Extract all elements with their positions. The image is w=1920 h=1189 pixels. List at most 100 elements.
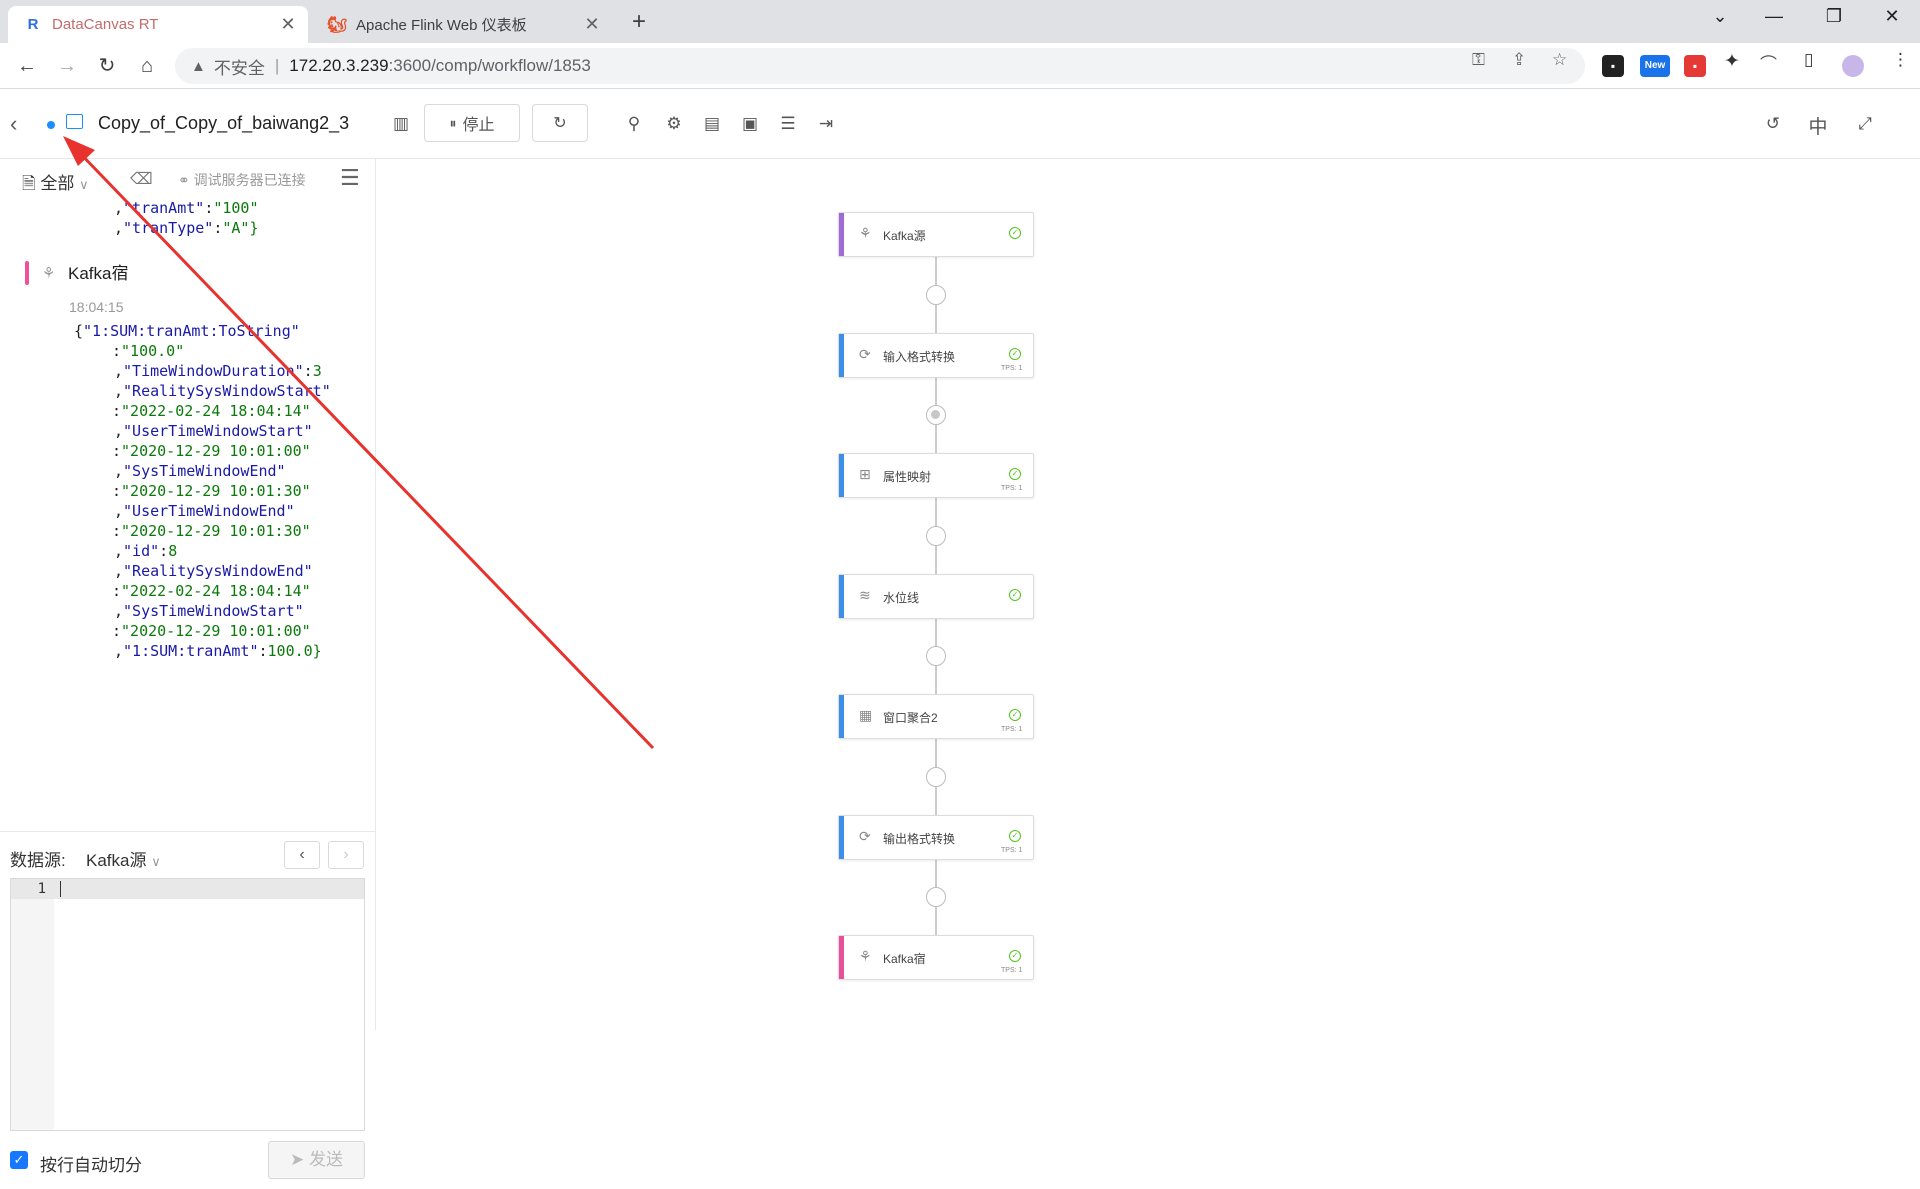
log-line: ,"RealitySysWindowEnd"	[114, 561, 313, 581]
restore-icon[interactable]: ❐	[1814, 6, 1854, 27]
datacanvas-favicon: R	[27, 16, 39, 33]
log-timestamp: 18:04:15	[69, 299, 124, 315]
log-key: "tranType"	[123, 219, 214, 237]
stop-label: 停止	[462, 117, 495, 134]
workflow-node[interactable]: ⚘ Kafka源 ✓	[838, 212, 1034, 257]
source-selector: 数据源: Kafka源 ∨ ‹ ›	[0, 831, 375, 875]
rocket-icon[interactable]: ⚲	[623, 114, 645, 134]
send-button[interactable]: ➤ 发送	[268, 1141, 365, 1179]
key-icon[interactable]: ⚿	[1472, 50, 1485, 70]
share-icon[interactable]: ⇪	[1512, 50, 1526, 70]
new-extension-badge[interactable]: New	[1640, 55, 1670, 77]
minimize-icon[interactable]: —	[1754, 6, 1794, 27]
extension-icon[interactable]: ▪	[1602, 55, 1624, 77]
refresh-icon: ↻	[553, 115, 567, 132]
close-icon[interactable]: ✕	[580, 14, 604, 35]
check-circle-icon: ✓	[1009, 950, 1021, 962]
workflow-node[interactable]: ⟳ 输出格式转换 ✓ TPS: 1	[838, 814, 1034, 860]
text-cursor	[60, 881, 61, 897]
prev-record-button[interactable]: ‹	[284, 841, 320, 869]
settings-gear-icon[interactable]: ⚙	[663, 114, 685, 134]
workflow-node[interactable]: ▦ 窗口聚合2 ✓ TPS: 1	[838, 694, 1034, 739]
active-line	[54, 879, 364, 899]
log-punct: ,	[114, 502, 124, 520]
window-close-icon[interactable]: ✕	[1872, 6, 1912, 27]
log-punct: :	[112, 522, 122, 540]
avatar[interactable]	[1842, 55, 1864, 77]
node-label: Kafka宿	[883, 952, 926, 966]
log-value: 8	[168, 542, 178, 560]
history-icon[interactable]: ↺	[1762, 114, 1784, 134]
watermark-icon: ≋	[859, 586, 871, 603]
workflow-node[interactable]: ≋ 水位线 ✓	[838, 573, 1034, 619]
node-label: Kafka源	[883, 229, 926, 243]
filter-dropdown[interactable]: 🗎 全部 ∨	[22, 169, 89, 200]
sidepanel-icon[interactable]: ▯	[1804, 50, 1813, 70]
home-icon[interactable]: ⌂	[132, 51, 162, 81]
log-line: ,"id":8	[114, 541, 177, 561]
browser-menu-icon[interactable]: ⋮	[1892, 50, 1909, 70]
export-icon[interactable]: ⇥	[815, 114, 837, 134]
input-editor[interactable]: 1	[10, 878, 365, 1131]
auto-split-checkbox[interactable]: ✓	[10, 1151, 28, 1169]
workflow-node[interactable]: ⟳ 输入格式转换 ✓ TPS: 1	[838, 332, 1034, 378]
editor-gutter	[11, 879, 54, 1130]
log-value: "2020-12-29 10:01:00"	[121, 442, 311, 460]
node-color-stripe	[839, 454, 844, 497]
language-toggle[interactable]: 中	[1807, 112, 1829, 139]
page-title: Copy_of_Copy_of_baiwang2_3	[98, 113, 350, 133]
new-tab-icon[interactable]: +	[625, 8, 653, 36]
connection-port[interactable]	[926, 766, 946, 787]
menu-icon[interactable]: ☰	[340, 165, 360, 191]
eraser-icon[interactable]: ⌫	[130, 169, 153, 189]
refresh-button[interactable]: ↻	[532, 104, 588, 142]
back-icon[interactable]: ←	[12, 51, 42, 81]
workflow-header: ‹ Copy_of_Copy_of_baiwang2_3 ▥ ⏸ 停止 ↻ ⚲ …	[0, 89, 1920, 159]
line-number: 1	[11, 879, 54, 899]
log-key: "1:SUM:tranAmt"	[123, 642, 259, 660]
workflow-node[interactable]: ⚘ Kafka宿 ✓ TPS: 1	[838, 935, 1034, 980]
tab-search-chevron-icon[interactable]: ⌄	[1700, 6, 1740, 27]
node-tps: TPS: 1	[1001, 364, 1023, 372]
fullscreen-icon[interactable]: ⤢	[1854, 114, 1876, 134]
layout-icon[interactable]: ▥	[390, 114, 412, 134]
forward-icon[interactable]: →	[52, 51, 82, 81]
connection-port[interactable]	[926, 284, 946, 305]
log-key: "1:SUM:tranAmt:ToString"	[83, 322, 300, 340]
log-line: :"2020-12-29 10:01:30"	[112, 481, 311, 501]
connection-port[interactable]	[926, 405, 946, 426]
stop-button[interactable]: ⏸ 停止	[424, 104, 520, 142]
editor-footer: ✓ 按行自动切分 ➤ 发送	[0, 1131, 375, 1189]
bookmark-star-icon[interactable]: ☆	[1552, 50, 1567, 70]
image-icon[interactable]: ▤	[701, 114, 723, 134]
tab-flink[interactable]: 🐿 Apache Flink Web 仪表板 ✕	[312, 6, 612, 43]
connection-port[interactable]	[926, 646, 946, 667]
address-bar[interactable]: ▲ 不安全 | 172.20.3.239 :3600/comp/workflow…	[175, 48, 1585, 84]
save-icon[interactable]: ▣	[739, 114, 761, 134]
next-record-button[interactable]: ›	[328, 841, 364, 869]
log-value: "2020-12-29 10:01:30"	[121, 522, 311, 540]
debug-panel: 🗎 全部 ∨ ⌫ ⚭ 调试服务器已连接 ☰ ⚘ Kafka宿 18:04:15 …	[0, 159, 376, 1179]
back-chevron-icon[interactable]: ‹	[10, 111, 17, 137]
browser-toolbar: ← → ↻ ⌂ ▲ 不安全 | 172.20.3.239 :3600/comp/…	[0, 43, 1920, 132]
source-dropdown[interactable]: Kafka源 ∨	[86, 846, 161, 871]
source-value: Kafka源	[86, 851, 147, 870]
log-punct: ,	[114, 562, 124, 580]
node-label: 窗口聚合2	[883, 711, 938, 725]
insecure-label: 不安全	[213, 58, 265, 78]
puzzle-extensions-icon[interactable]: ✦	[1724, 50, 1740, 73]
list-icon[interactable]: ☰	[777, 114, 799, 134]
node-tps: TPS: 1	[1001, 485, 1023, 492]
log-line: ,"RealitySysWindowStart"	[114, 381, 331, 401]
extension-red-icon[interactable]: ▪	[1684, 55, 1706, 77]
url-path: :3600/comp/workflow/1853	[388, 56, 591, 75]
bird-extension-icon[interactable]: ⌒	[1760, 50, 1777, 75]
reload-icon[interactable]: ↻	[92, 51, 122, 81]
connection-port[interactable]	[926, 887, 946, 908]
log-line: :"2020-12-29 10:01:00"	[112, 621, 311, 641]
workflow-node[interactable]: ⊞ 属性映射 ✓ TPS: 1	[838, 453, 1034, 498]
workflow-canvas[interactable]: ⚘ Kafka源 ✓ ⟳ 输入格式转换 ✓ TPS: 1 ⊞ 属性映射 ✓ TPS: 1 ≋ 水位线 ✓ ▦…	[376, 159, 1920, 1030]
close-icon[interactable]: ✕	[276, 14, 300, 35]
connection-port[interactable]	[926, 525, 946, 546]
tab-datacanvas[interactable]: R DataCanvas RT ✕	[8, 6, 308, 43]
